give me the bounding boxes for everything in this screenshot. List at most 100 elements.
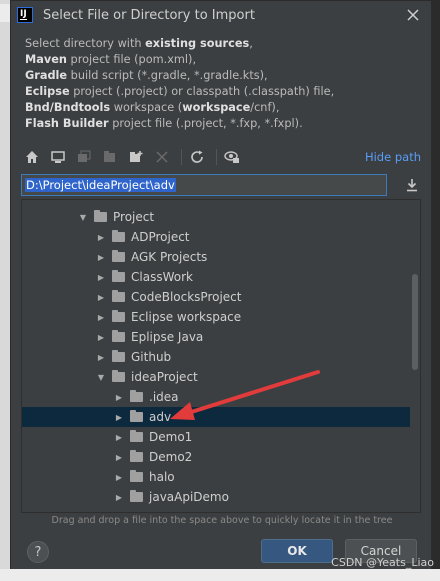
path-value: D:\Project\ideaProject\adv: [25, 178, 176, 192]
tree-item[interactable]: ▶ Demo2: [22, 447, 410, 467]
tree-item-label: Github: [131, 350, 172, 364]
path-row: D:\Project\ideaProject\adv: [21, 173, 421, 197]
collapsed-arrow-icon[interactable]: ▶: [114, 473, 124, 482]
folder-icon: [112, 250, 125, 262]
tree-item-label: Demo2: [149, 450, 193, 464]
folder-icon: [112, 330, 125, 342]
new-folder-button[interactable]: [125, 146, 147, 168]
collapsed-arrow-icon[interactable]: ▶: [114, 493, 124, 502]
home-button[interactable]: [21, 146, 43, 168]
folder-icon: [130, 390, 143, 402]
tree-item[interactable]: ▶ javaApiDemo: [22, 487, 410, 507]
tree-item-label: Demo1: [149, 430, 193, 444]
tree-scrollbar[interactable]: [410, 200, 420, 512]
folder-icon: [130, 450, 143, 462]
background-window-strip-right: [432, 0, 440, 581]
desktop-button[interactable]: [47, 146, 69, 168]
background-window-bottom: [0, 569, 440, 581]
tree-item[interactable]: ▶ .idea: [22, 387, 410, 407]
help-button[interactable]: ?: [27, 541, 49, 563]
folder-icon: [130, 490, 143, 502]
delete-icon: [156, 151, 168, 163]
drag-drop-hint: Drag and drop a file into the space abov…: [51, 515, 393, 526]
tree-item[interactable]: ▶ Github: [22, 347, 410, 367]
tree-item-label: halo: [149, 470, 175, 484]
delete-button[interactable]: [151, 146, 173, 168]
file-chooser-toolbar: Hide path: [21, 145, 421, 169]
home-icon: [26, 151, 38, 163]
show-hidden-icon: [224, 151, 239, 163]
info-line: Maven project file (pom.xml),: [25, 53, 197, 66]
download-icon: [407, 179, 417, 192]
tree-item-label: CodeBlocksProject: [131, 290, 242, 304]
collapsed-arrow-icon[interactable]: ▶: [96, 253, 106, 262]
close-button[interactable]: [401, 3, 425, 27]
info-line: Eclipse project (.project) or classpath …: [25, 85, 335, 98]
show-hidden-button[interactable]: [221, 146, 243, 168]
collapsed-arrow-icon[interactable]: ▶: [96, 353, 106, 362]
project-button[interactable]: [73, 146, 95, 168]
folder-icon: [130, 430, 143, 442]
import-dialog: IJ Select File or Directory to Import Se…: [10, 0, 432, 581]
collapsed-arrow-icon[interactable]: ▶: [114, 393, 124, 402]
tree-item[interactable]: ▼ ideaProject: [22, 367, 410, 387]
tree-item-label: Project: [113, 210, 155, 224]
collapsed-arrow-icon[interactable]: ▶: [96, 333, 106, 342]
tree-item[interactable]: ▶ ClassWork: [22, 267, 410, 287]
tree-item-label: .idea: [149, 390, 179, 404]
tree-item[interactable]: ▶ Eplipse Java: [22, 327, 410, 347]
collapsed-arrow-icon[interactable]: ▶: [96, 273, 106, 282]
folder-icon: [112, 230, 125, 242]
tree-item-label: AGK Projects: [131, 250, 208, 264]
folder-icon: [94, 210, 107, 222]
dialog-title: Select File or Directory to Import: [43, 7, 255, 23]
folder-icon: [112, 370, 125, 382]
refresh-button[interactable]: [186, 146, 208, 168]
expanded-arrow-icon[interactable]: ▼: [78, 213, 88, 222]
tree-item-label: ClassWork: [131, 270, 193, 284]
collapsed-arrow-icon[interactable]: ▶: [114, 413, 124, 422]
refresh-icon: [191, 150, 203, 163]
info-line: Bnd/Bndtools workspace (workspace/cnf),: [25, 101, 280, 114]
tree-item[interactable]: ▶ halo: [22, 467, 410, 487]
project-icon: [78, 150, 91, 162]
scrollbar-thumb[interactable]: [412, 274, 418, 370]
collapsed-arrow-icon[interactable]: ▶: [96, 233, 106, 242]
new-folder-icon: [130, 151, 143, 162]
desktop-icon: [51, 151, 65, 163]
collapsed-arrow-icon[interactable]: ▶: [96, 293, 106, 302]
tree-item[interactable]: ▼ Project: [22, 207, 410, 227]
folder-icon: [112, 350, 125, 362]
tree-item[interactable]: ▶ CodeBlocksProject: [22, 287, 410, 307]
tree-item-label: ideaProject: [131, 370, 198, 384]
import-instructions: Select directory with existing sources, …: [11, 29, 431, 132]
collapsed-arrow-icon[interactable]: ▶: [114, 433, 124, 442]
hide-path-link[interactable]: Hide path: [365, 150, 421, 164]
expanded-arrow-icon[interactable]: ▼: [96, 373, 106, 382]
folder-icon: [130, 470, 143, 482]
folder-icon: [130, 410, 143, 422]
title-bar: IJ Select File or Directory to Import: [11, 1, 431, 29]
tree-item[interactable]: ▶ ADProject: [22, 227, 410, 247]
ok-button[interactable]: OK: [261, 539, 333, 563]
tree-item[interactable]: ▶ AGK Projects: [22, 247, 410, 267]
directory-tree[interactable]: ▼ Project ▶ ADProject ▶ AGK Projects ▶ ClassWor…: [21, 199, 421, 513]
tree-item-label: Eplipse Java: [131, 330, 204, 344]
download-button[interactable]: [403, 176, 421, 194]
tree-item[interactable]: ▶ adv: [22, 407, 410, 427]
close-icon: [407, 9, 419, 21]
tree-item[interactable]: ▶ Eclipse workspace: [22, 307, 410, 327]
collapsed-arrow-icon[interactable]: ▶: [96, 313, 106, 322]
tree-item-label: Eclipse workspace: [131, 310, 242, 324]
folder-icon: [112, 310, 125, 322]
tree-item-label: ADProject: [131, 230, 190, 244]
csdn-watermark: CSDN @Yeats_Liao: [331, 556, 434, 569]
folder-icon: [112, 270, 125, 282]
collapsed-arrow-icon[interactable]: ▶: [114, 453, 124, 462]
module-button[interactable]: [99, 146, 121, 168]
tree-item-label: javaApiDemo: [149, 490, 229, 504]
path-input[interactable]: D:\Project\ideaProject\adv: [21, 174, 387, 196]
tree-item[interactable]: ▶ Demo1: [22, 427, 410, 447]
info-line: Flash Builder project file (.project, *.…: [25, 117, 303, 130]
module-icon: [104, 151, 115, 162]
